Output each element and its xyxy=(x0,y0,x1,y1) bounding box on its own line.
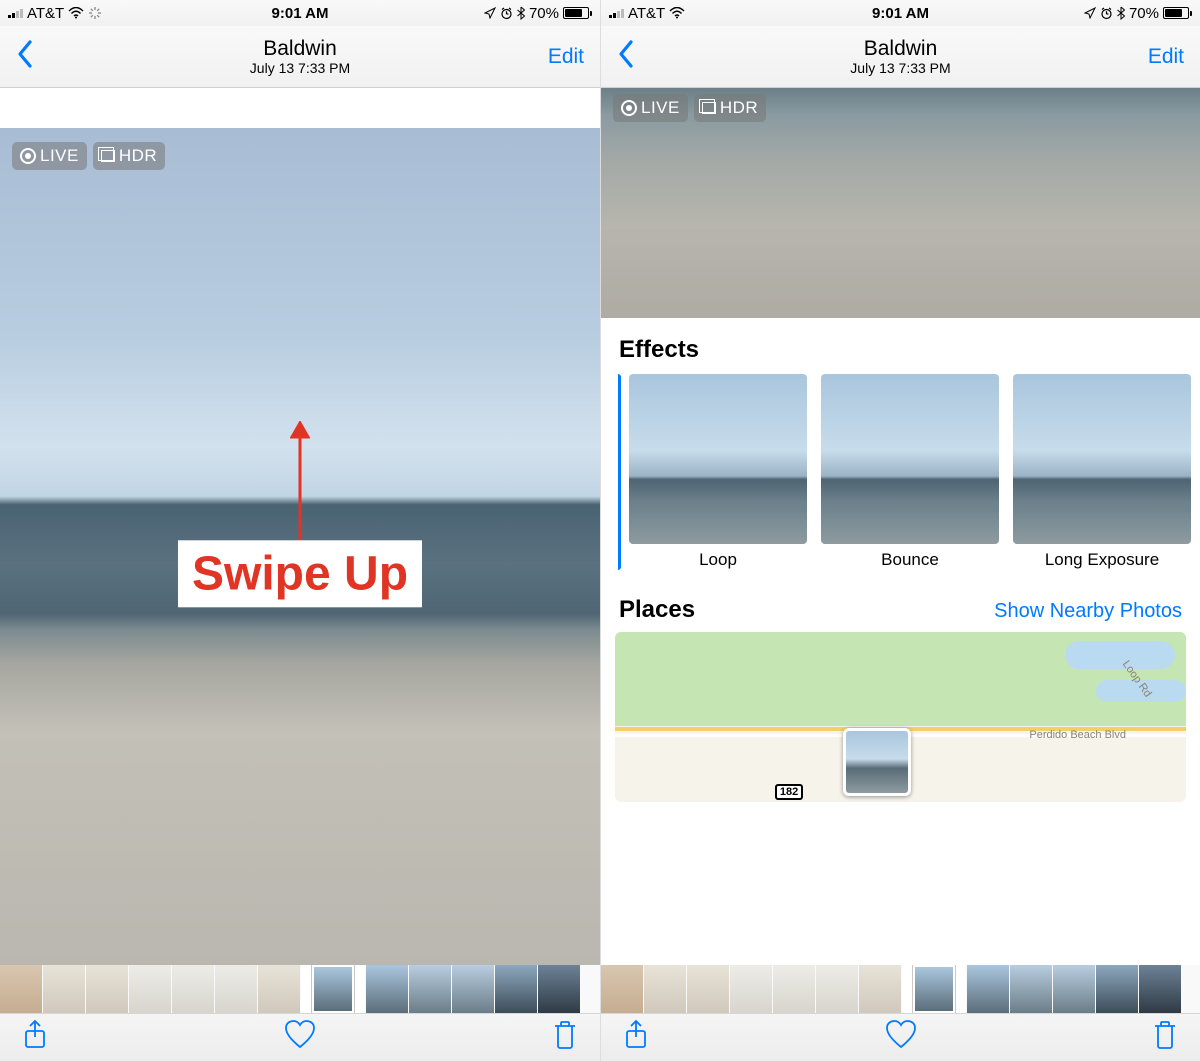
share-button[interactable] xyxy=(22,1019,48,1056)
map-photo-pin[interactable] xyxy=(843,728,911,796)
thumb[interactable] xyxy=(644,965,686,1013)
effect-thumb xyxy=(629,374,807,544)
thumb[interactable] xyxy=(0,965,42,1013)
clock: 9:01 AM xyxy=(0,5,600,22)
nav-subtitle: July 13 7:33 PM xyxy=(601,60,1200,76)
back-button[interactable] xyxy=(617,39,635,74)
live-icon xyxy=(621,100,637,116)
effect-label: Long Exposure xyxy=(1013,544,1191,570)
thumb[interactable] xyxy=(452,965,494,1013)
favorite-button[interactable] xyxy=(885,1020,917,1055)
bottom-toolbar xyxy=(601,1013,1200,1061)
thumb[interactable] xyxy=(773,965,815,1013)
thumb[interactable] xyxy=(687,965,729,1013)
delete-button[interactable] xyxy=(1152,1020,1178,1055)
favorite-button[interactable] xyxy=(284,1020,316,1055)
nav-bar: Baldwin July 13 7:33 PM Edit xyxy=(0,26,600,88)
selected-effect-edge xyxy=(615,374,621,570)
thumbnail-strip[interactable] xyxy=(601,965,1200,1013)
photo-preview[interactable]: LIVE HDR xyxy=(601,88,1200,318)
thumb-selected[interactable] xyxy=(913,965,955,1013)
thumb[interactable] xyxy=(215,965,257,1013)
effect-bounce[interactable]: Bounce xyxy=(821,374,999,570)
thumb[interactable] xyxy=(538,965,580,1013)
phone-left: AT&T 9:01 AM 70% Baldwin July 13 7:33 PM… xyxy=(0,0,600,1061)
nav-title: Baldwin xyxy=(0,37,600,60)
places-heading: Places xyxy=(619,596,695,624)
status-bar: AT&T 9:01 AM 70% xyxy=(0,0,600,26)
effect-label: Bounce xyxy=(821,544,999,570)
thumb[interactable] xyxy=(967,965,1009,1013)
hdr-icon xyxy=(101,150,115,162)
effect-thumb xyxy=(1013,374,1191,544)
edit-button[interactable]: Edit xyxy=(1148,45,1184,69)
photo-badges: LIVE HDR xyxy=(613,94,766,122)
effect-thumb xyxy=(821,374,999,544)
battery-icon xyxy=(563,7,592,19)
status-bar: AT&T 9:01 AM 70% xyxy=(601,0,1200,26)
thumb[interactable] xyxy=(1010,965,1052,1013)
clock: 9:01 AM xyxy=(601,5,1200,22)
effect-label: Loop xyxy=(629,544,807,570)
photo-image xyxy=(601,88,1200,318)
thumb[interactable] xyxy=(1139,965,1181,1013)
effect-loop[interactable]: Loop xyxy=(629,374,807,570)
swipe-up-annotation: Swipe Up xyxy=(178,540,422,607)
phone-right: AT&T 9:01 AM 70% Baldwin July 13 7:33 PM… xyxy=(600,0,1200,1061)
thumb[interactable] xyxy=(1053,965,1095,1013)
thumb[interactable] xyxy=(409,965,451,1013)
delete-button[interactable] xyxy=(552,1020,578,1055)
hdr-badge: HDR xyxy=(694,94,766,122)
thumb[interactable] xyxy=(43,965,85,1013)
thumb[interactable] xyxy=(129,965,171,1013)
show-nearby-link[interactable]: Show Nearby Photos xyxy=(994,600,1182,623)
thumb[interactable] xyxy=(86,965,128,1013)
nav-subtitle: July 13 7:33 PM xyxy=(0,60,600,76)
highway-badge: 182 xyxy=(775,784,803,800)
nav-title: Baldwin xyxy=(601,37,1200,60)
thumb-selected[interactable] xyxy=(312,965,354,1013)
thumbnail-strip[interactable] xyxy=(0,965,600,1013)
effect-long-exposure[interactable]: Long Exposure xyxy=(1013,374,1191,570)
nav-bar: Baldwin July 13 7:33 PM Edit xyxy=(601,26,1200,88)
hdr-icon xyxy=(702,102,716,114)
thumb[interactable] xyxy=(601,965,643,1013)
back-button[interactable] xyxy=(16,39,34,74)
thumb[interactable] xyxy=(816,965,858,1013)
thumb[interactable] xyxy=(859,965,901,1013)
effects-row[interactable]: Loop Bounce Long Exposure xyxy=(601,374,1200,570)
battery-icon xyxy=(1163,7,1192,19)
hdr-badge: HDR xyxy=(93,142,165,170)
live-icon xyxy=(20,148,36,164)
effects-heading: Effects xyxy=(601,318,1200,374)
map-road-label: Perdido Beach Blvd xyxy=(1029,729,1126,741)
edit-button[interactable]: Edit xyxy=(548,45,584,69)
bottom-toolbar xyxy=(0,1013,600,1061)
photo-viewer[interactable]: LIVE HDR Swipe Up xyxy=(0,128,600,965)
stage-top-margin xyxy=(0,88,600,128)
thumb[interactable] xyxy=(1096,965,1138,1013)
places-map[interactable]: Loop Rd Perdido Beach Blvd 182 xyxy=(615,632,1186,802)
photo-details-panel[interactable]: Effects Loop Bounce Long Exposure Places… xyxy=(601,318,1200,965)
thumb[interactable] xyxy=(730,965,772,1013)
live-badge: LIVE xyxy=(12,142,87,170)
thumb[interactable] xyxy=(258,965,300,1013)
thumb[interactable] xyxy=(172,965,214,1013)
live-badge: LIVE xyxy=(613,94,688,122)
photo-badges: LIVE HDR xyxy=(12,142,165,170)
share-button[interactable] xyxy=(623,1019,649,1056)
thumb[interactable] xyxy=(366,965,408,1013)
thumb[interactable] xyxy=(495,965,537,1013)
